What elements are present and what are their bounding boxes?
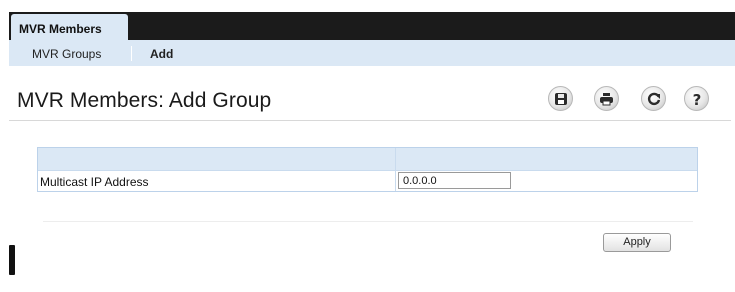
subnav-add[interactable]: Add: [150, 47, 173, 61]
tab-mvr-members[interactable]: MVR Members: [11, 14, 128, 41]
form-table: Multicast IP Address: [37, 147, 698, 192]
print-icon[interactable]: [594, 86, 619, 111]
tab-bar: MVR Members: [9, 12, 735, 41]
page-frame: MVR Members MVR Groups Add MVR Members: …: [9, 12, 735, 292]
apply-button[interactable]: Apply: [603, 233, 671, 252]
help-icon[interactable]: ?: [684, 86, 709, 111]
refresh-icon[interactable]: [641, 86, 666, 111]
multicast-ip-input[interactable]: [398, 172, 511, 189]
svg-text:?: ?: [692, 91, 701, 107]
page-title: MVR Members: Add Group: [17, 89, 272, 112]
multicast-ip-label: Multicast IP Address: [40, 175, 149, 189]
save-icon[interactable]: [548, 86, 573, 111]
table-header: [38, 148, 697, 170]
title-divider: [9, 120, 731, 121]
sub-navigation: MVR Groups Add: [9, 40, 735, 66]
subnav-mvr-groups[interactable]: MVR Groups: [32, 47, 101, 61]
row-divider: [38, 170, 697, 171]
tab-label: MVR Members: [19, 22, 102, 36]
subnav-separator: [131, 46, 132, 61]
collapse-handle[interactable]: [9, 245, 15, 275]
footer-divider: [43, 221, 693, 222]
